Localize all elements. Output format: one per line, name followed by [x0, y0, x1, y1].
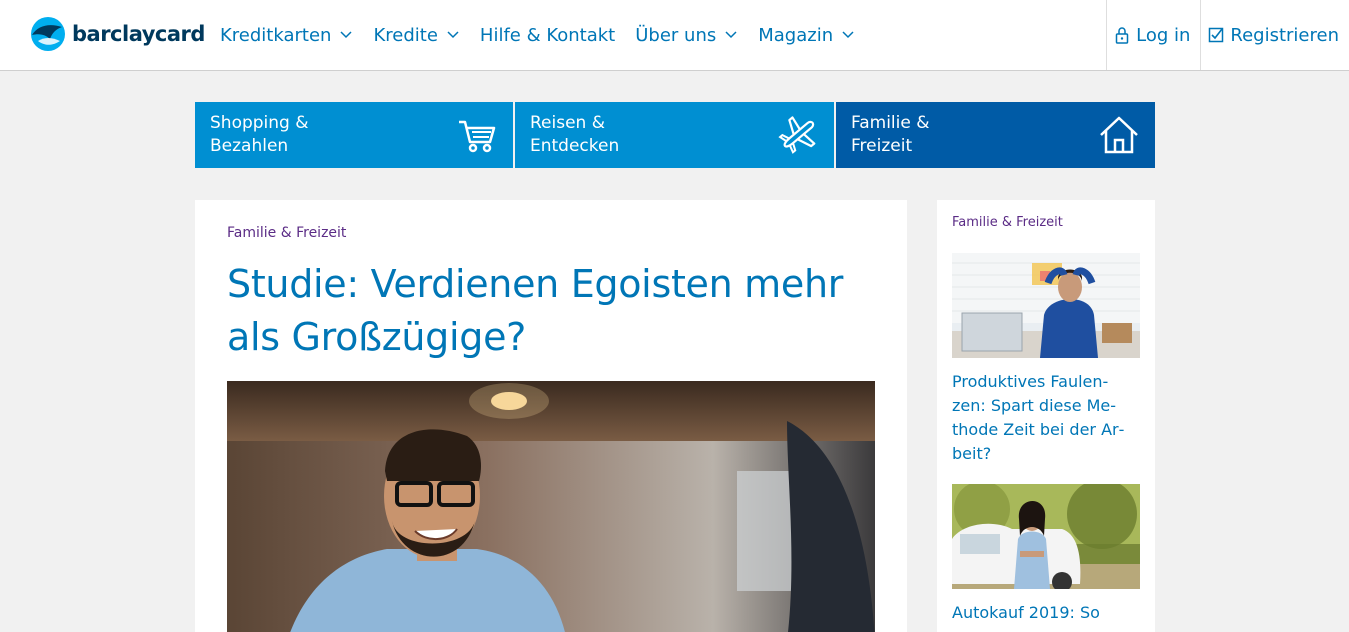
tile-label-line2: Entdecken [530, 136, 620, 156]
account-links: Log in Registrieren [1106, 0, 1349, 70]
airplane-icon [777, 114, 819, 156]
nav-item-hilfe-kontakt[interactable]: Hilfe & Kontakt [480, 25, 615, 46]
related-article-title: Produktives Faulen­zen: Spart diese Me­t… [952, 372, 1125, 463]
logo-text: barclaycard [72, 22, 205, 46]
nav-item-kreditkarten[interactable]: Kreditkarten [220, 25, 353, 46]
house-icon [1098, 114, 1140, 156]
shopping-cart-icon [456, 114, 498, 156]
tile-shopping-bezahlen[interactable]: Shopping & Bezahlen [195, 102, 513, 168]
article-category[interactable]: Familie & Freizeit [227, 225, 346, 241]
article-hero-image [227, 381, 875, 632]
related-article-card[interactable]: Autokauf 2019: So [952, 484, 1140, 625]
nav-item-label: Kreditkarten [220, 24, 332, 46]
nav-item-label: Über uns [635, 24, 717, 46]
sidebar-category[interactable]: Familie & Freizeit [952, 215, 1063, 230]
article-main: Familie & Freizeit Studie: Verdienen Ego… [195, 200, 907, 632]
tile-label-line2: Bezahlen [210, 136, 289, 156]
related-article-image [952, 484, 1140, 589]
tile-label-line1: Reisen & [530, 113, 605, 133]
related-sidebar: Familie & Freizeit Produktives Faulen­ze [937, 200, 1155, 632]
related-article-card[interactable]: Produktives Faulen­zen: Spart diese Me­t… [952, 253, 1140, 466]
lock-icon [1114, 26, 1130, 44]
related-article-title: Autokauf 2019: So [952, 603, 1100, 622]
nav-item-ueber-uns[interactable]: Über uns [635, 25, 738, 46]
category-tiles: Shopping & Bezahlen Reisen & Entdecken F… [195, 102, 1155, 168]
tile-label-line2: Freizeit [851, 136, 913, 156]
nav-item-label: Hilfe & Kontakt [479, 24, 616, 46]
login-button[interactable]: Log in [1106, 0, 1200, 70]
eagle-logo-icon [31, 17, 65, 51]
nav-item-kredite[interactable]: Kredite [373, 25, 459, 46]
chevron-down-icon [446, 28, 460, 42]
nav-item-magazin[interactable]: Magazin [758, 25, 855, 46]
register-button[interactable]: Registrieren [1200, 0, 1349, 70]
tile-reisen-entdecken[interactable]: Reisen & Entdecken [515, 102, 834, 168]
site-header: barclaycard Kreditkarten Kredite Hilfe &… [0, 0, 1349, 71]
barclaycard-logo[interactable]: barclaycard [28, 15, 205, 53]
related-article-image [952, 253, 1140, 358]
tile-label-line1: Familie & [851, 113, 930, 133]
nav-item-label: Kredite [373, 24, 438, 46]
login-label: Log in [1136, 24, 1191, 46]
chevron-down-icon [841, 28, 855, 42]
tile-familie-freizeit[interactable]: Familie & Freizeit [836, 102, 1155, 168]
main-nav: Kreditkarten Kredite Hilfe & Kontakt Übe… [220, 0, 875, 70]
tile-label-line1: Shopping & [210, 113, 309, 133]
chevron-down-icon [724, 28, 738, 42]
checkbox-icon [1208, 26, 1224, 44]
article-title: Studie: Verdienen Egoisten mehr als Groß… [227, 262, 844, 359]
register-label: Registrieren [1230, 24, 1339, 46]
nav-item-label: Magazin [758, 24, 834, 46]
chevron-down-icon [339, 28, 353, 42]
